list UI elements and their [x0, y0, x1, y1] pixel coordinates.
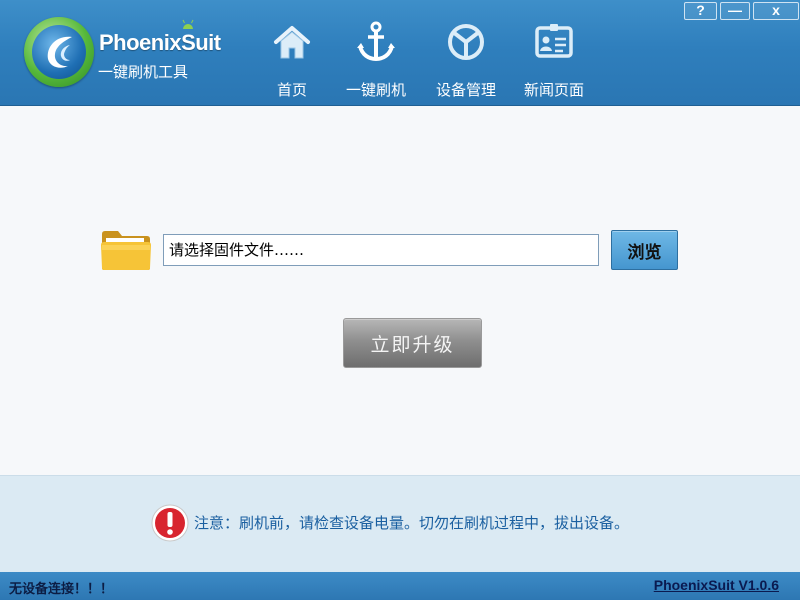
- nav-device-label: 设备管理: [435, 81, 496, 99]
- window-controls: ? — x: [684, 2, 799, 20]
- nav-news-label: 新闻页面: [523, 81, 584, 99]
- nav-flash-label: 一键刷机: [345, 81, 406, 99]
- nav-home[interactable]: 首页: [264, 20, 320, 100]
- main-panel: [0, 107, 800, 475]
- close-button[interactable]: x: [753, 2, 799, 20]
- upgrade-now-button[interactable]: 立即升级: [343, 318, 482, 368]
- app-name: PhoenixSuit: [99, 30, 221, 55]
- firmware-file-input[interactable]: [163, 234, 599, 266]
- connection-status: 无设备连接！！！: [9, 582, 114, 597]
- browse-button[interactable]: 浏览: [611, 230, 678, 270]
- android-icon: [182, 19, 194, 29]
- nav-home-label: 首页: [276, 81, 307, 99]
- nav-device-management[interactable]: 设备管理: [430, 20, 502, 100]
- app-logo: [24, 17, 94, 87]
- header-bar: PhoenixSuit 一键刷机工具 首页 一键刷机 设备管理 新闻页面 ? —…: [0, 0, 800, 106]
- anchor-icon: [357, 21, 395, 62]
- help-button[interactable]: ?: [684, 2, 717, 20]
- minimize-button[interactable]: —: [720, 2, 750, 20]
- nav-news[interactable]: 新闻页面: [518, 20, 590, 100]
- news-icon: [535, 24, 573, 58]
- app-subtitle: 一键刷机工具: [98, 63, 189, 81]
- home-icon: [274, 26, 310, 59]
- notice-text: 注意：刷机前，请检查设备电量。切勿在刷机过程中，拔出设备。: [194, 514, 630, 532]
- warning-icon: [151, 504, 189, 542]
- version-link[interactable]: PhoenixSuit V1.0.6: [654, 577, 779, 593]
- folder-icon[interactable]: [100, 228, 152, 272]
- device-icon: [448, 24, 484, 60]
- nav-flash[interactable]: 一键刷机: [340, 20, 412, 100]
